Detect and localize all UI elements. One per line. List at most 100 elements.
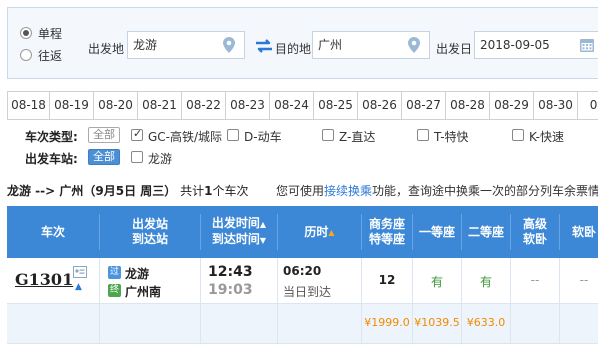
price-row: ¥1999.0 ¥1039.5 ¥633.0 bbox=[7, 304, 598, 344]
date-tab[interactable]: 08-19 bbox=[50, 92, 94, 119]
col-duration-label: 历时 bbox=[304, 224, 329, 239]
to-input[interactable]: 广州 bbox=[312, 31, 430, 59]
col-adv-label: 高级 bbox=[522, 217, 547, 231]
col-second: 二等座 bbox=[462, 206, 510, 258]
roundtrip-option[interactable]: 往返 bbox=[20, 46, 62, 64]
search-panel: 单程 往返 出发地 龙游 目的地 广州 出发日 2018-09-05 bbox=[7, 7, 598, 79]
oneway-radio[interactable] bbox=[20, 27, 32, 39]
transfer-link[interactable]: 接续换乘 bbox=[324, 184, 372, 198]
col-arrive-label: 到达时间 bbox=[211, 232, 260, 246]
second-class-seats[interactable]: 有 bbox=[462, 273, 510, 290]
oneway-label: 单程 bbox=[38, 26, 63, 41]
date-value: 2018-09-05 bbox=[480, 38, 550, 52]
col-time[interactable]: 出发时间▲ 到达时间▼ bbox=[201, 206, 277, 258]
pass-badge: 过 bbox=[108, 266, 121, 279]
sort-up-icon[interactable]: ▲ bbox=[260, 220, 266, 229]
soft-sleeper-seats: -- bbox=[579, 273, 589, 287]
col-depart-label: 出发时间 bbox=[211, 216, 260, 230]
train-type-all-button[interactable]: 全部 bbox=[88, 127, 120, 143]
adv-soft-sleeper-seats: -- bbox=[530, 273, 540, 287]
train-type-checkbox[interactable] bbox=[227, 129, 239, 141]
train-type-label: GC-高铁/城际 bbox=[148, 130, 223, 144]
train-info-icon[interactable] bbox=[73, 266, 87, 278]
train-type-label: T-特快 bbox=[434, 130, 469, 144]
expand-stops-icon[interactable]: ▲ bbox=[75, 282, 82, 292]
terminal-badge: 终 bbox=[108, 284, 121, 297]
location-pin-icon[interactable] bbox=[220, 36, 238, 54]
train-type-label: 车次类型: bbox=[25, 130, 78, 144]
date-tab[interactable]: 08-30 bbox=[534, 92, 578, 119]
from-label: 出发地 bbox=[88, 42, 125, 56]
oneway-option[interactable]: 单程 bbox=[20, 24, 62, 42]
train-type-label: K-快速 bbox=[529, 130, 564, 144]
swap-icon[interactable] bbox=[254, 39, 274, 53]
train-type-label: Z-直达 bbox=[339, 130, 376, 144]
train-type-checkbox[interactable] bbox=[322, 129, 334, 141]
station-label: 出发车站: bbox=[25, 152, 78, 166]
col-from-station-label: 出发站 bbox=[131, 217, 168, 231]
business-seats[interactable]: 12 bbox=[362, 273, 412, 287]
col-first-label: 一等座 bbox=[418, 224, 455, 239]
from-input[interactable]: 龙游 bbox=[127, 31, 245, 59]
date-tab[interactable]: 08-21 bbox=[138, 92, 182, 119]
col-soft-sleeper-label: 软卧 bbox=[571, 224, 596, 239]
depart-time: 12:43 bbox=[208, 264, 253, 280]
date-tabs: 08-18 08-19 08-20 08-21 08-22 08-23 08-24 08-25… bbox=[7, 91, 598, 120]
date-tab[interactable]: 08-29 bbox=[490, 92, 534, 119]
location-pin-icon[interactable] bbox=[405, 36, 423, 54]
arrival-day: 当日到达 bbox=[283, 285, 332, 299]
sort-down-icon[interactable]: ▼ bbox=[260, 236, 266, 245]
to-value: 广州 bbox=[318, 38, 343, 52]
count-prefix: 共计 bbox=[180, 184, 205, 198]
col-to-station-label: 到达站 bbox=[131, 232, 168, 246]
station-all-button[interactable]: 全部 bbox=[88, 149, 120, 165]
train-type-checkbox[interactable] bbox=[512, 129, 524, 141]
col-business: 商务座 特等座 bbox=[362, 206, 412, 258]
first-class-seats[interactable]: 有 bbox=[413, 273, 461, 290]
duration: 06:20 bbox=[283, 264, 322, 278]
from-value: 龙游 bbox=[133, 38, 158, 52]
date-tab[interactable]: 08-22 bbox=[182, 92, 226, 119]
from-station[interactable]: 龙游 bbox=[125, 265, 149, 282]
date-input[interactable]: 2018-09-05 bbox=[474, 31, 598, 59]
sort-asc-icon[interactable]: ▲ bbox=[328, 225, 334, 240]
col-special-label: 特等座 bbox=[368, 232, 405, 246]
route-text: 龙游 --> 广州 bbox=[7, 184, 84, 198]
transfer-hint: 您可使用接续换乘功能，查询途中换乘一次的部分列车余票情 bbox=[276, 182, 598, 199]
table-row[interactable]: G1301 ▲ 过 龙游 终 广州南 12:43 19:03 06:20 当日到… bbox=[7, 258, 598, 304]
date-tab[interactable]: 08-23 bbox=[226, 92, 270, 119]
col-adv-sleeper-label: 软卧 bbox=[522, 232, 547, 246]
col-first: 一等座 bbox=[413, 206, 461, 258]
date-tab[interactable]: 08-28 bbox=[446, 92, 490, 119]
train-type-checkbox[interactable] bbox=[417, 129, 429, 141]
col-adv-soft-sleeper: 高级 软卧 bbox=[511, 206, 559, 258]
date-text: （9月5日 周三） bbox=[83, 184, 177, 198]
date-tab[interactable]: 08-18 bbox=[7, 92, 50, 119]
to-label: 目的地 bbox=[275, 42, 312, 56]
train-type-checkbox[interactable] bbox=[131, 127, 143, 141]
arrive-time: 19:03 bbox=[208, 282, 253, 298]
date-tab[interactable]: 08-27 bbox=[402, 92, 446, 119]
col-duration[interactable]: 历时 ▲ bbox=[278, 206, 361, 258]
trip-type-group: 单程 往返 bbox=[20, 24, 62, 68]
date-tab[interactable]: 08-25 bbox=[314, 92, 358, 119]
first-class-price: ¥1039.5 bbox=[414, 316, 460, 329]
train-type-label: D-动车 bbox=[244, 130, 282, 144]
train-number[interactable]: G1301 bbox=[15, 270, 73, 289]
calendar-icon[interactable] bbox=[578, 36, 596, 54]
date-tab[interactable]: 08-20 bbox=[94, 92, 138, 119]
col-station[interactable]: 出发站 到达站 bbox=[100, 206, 200, 258]
col-train[interactable]: 车次 bbox=[7, 206, 99, 258]
date-tab[interactable]: 08-26 bbox=[358, 92, 402, 119]
table-header: 车次 出发站 到达站 出发时间▲ 到达时间▼ 历时 ▲ 商务座 特等座 一等座 二… bbox=[7, 206, 598, 258]
date-label: 出发日 bbox=[436, 42, 473, 56]
date-tab[interactable]: 08- bbox=[578, 92, 598, 119]
to-station[interactable]: 广州南 bbox=[125, 283, 161, 300]
date-tab[interactable]: 08-24 bbox=[270, 92, 314, 119]
station-longyou-checkbox[interactable] bbox=[131, 151, 143, 163]
roundtrip-radio[interactable] bbox=[20, 49, 32, 61]
roundtrip-label: 往返 bbox=[38, 48, 63, 63]
col-train-label: 车次 bbox=[40, 224, 65, 239]
count-suffix: 个车次 bbox=[212, 184, 249, 198]
col-second-label: 二等座 bbox=[467, 224, 504, 239]
